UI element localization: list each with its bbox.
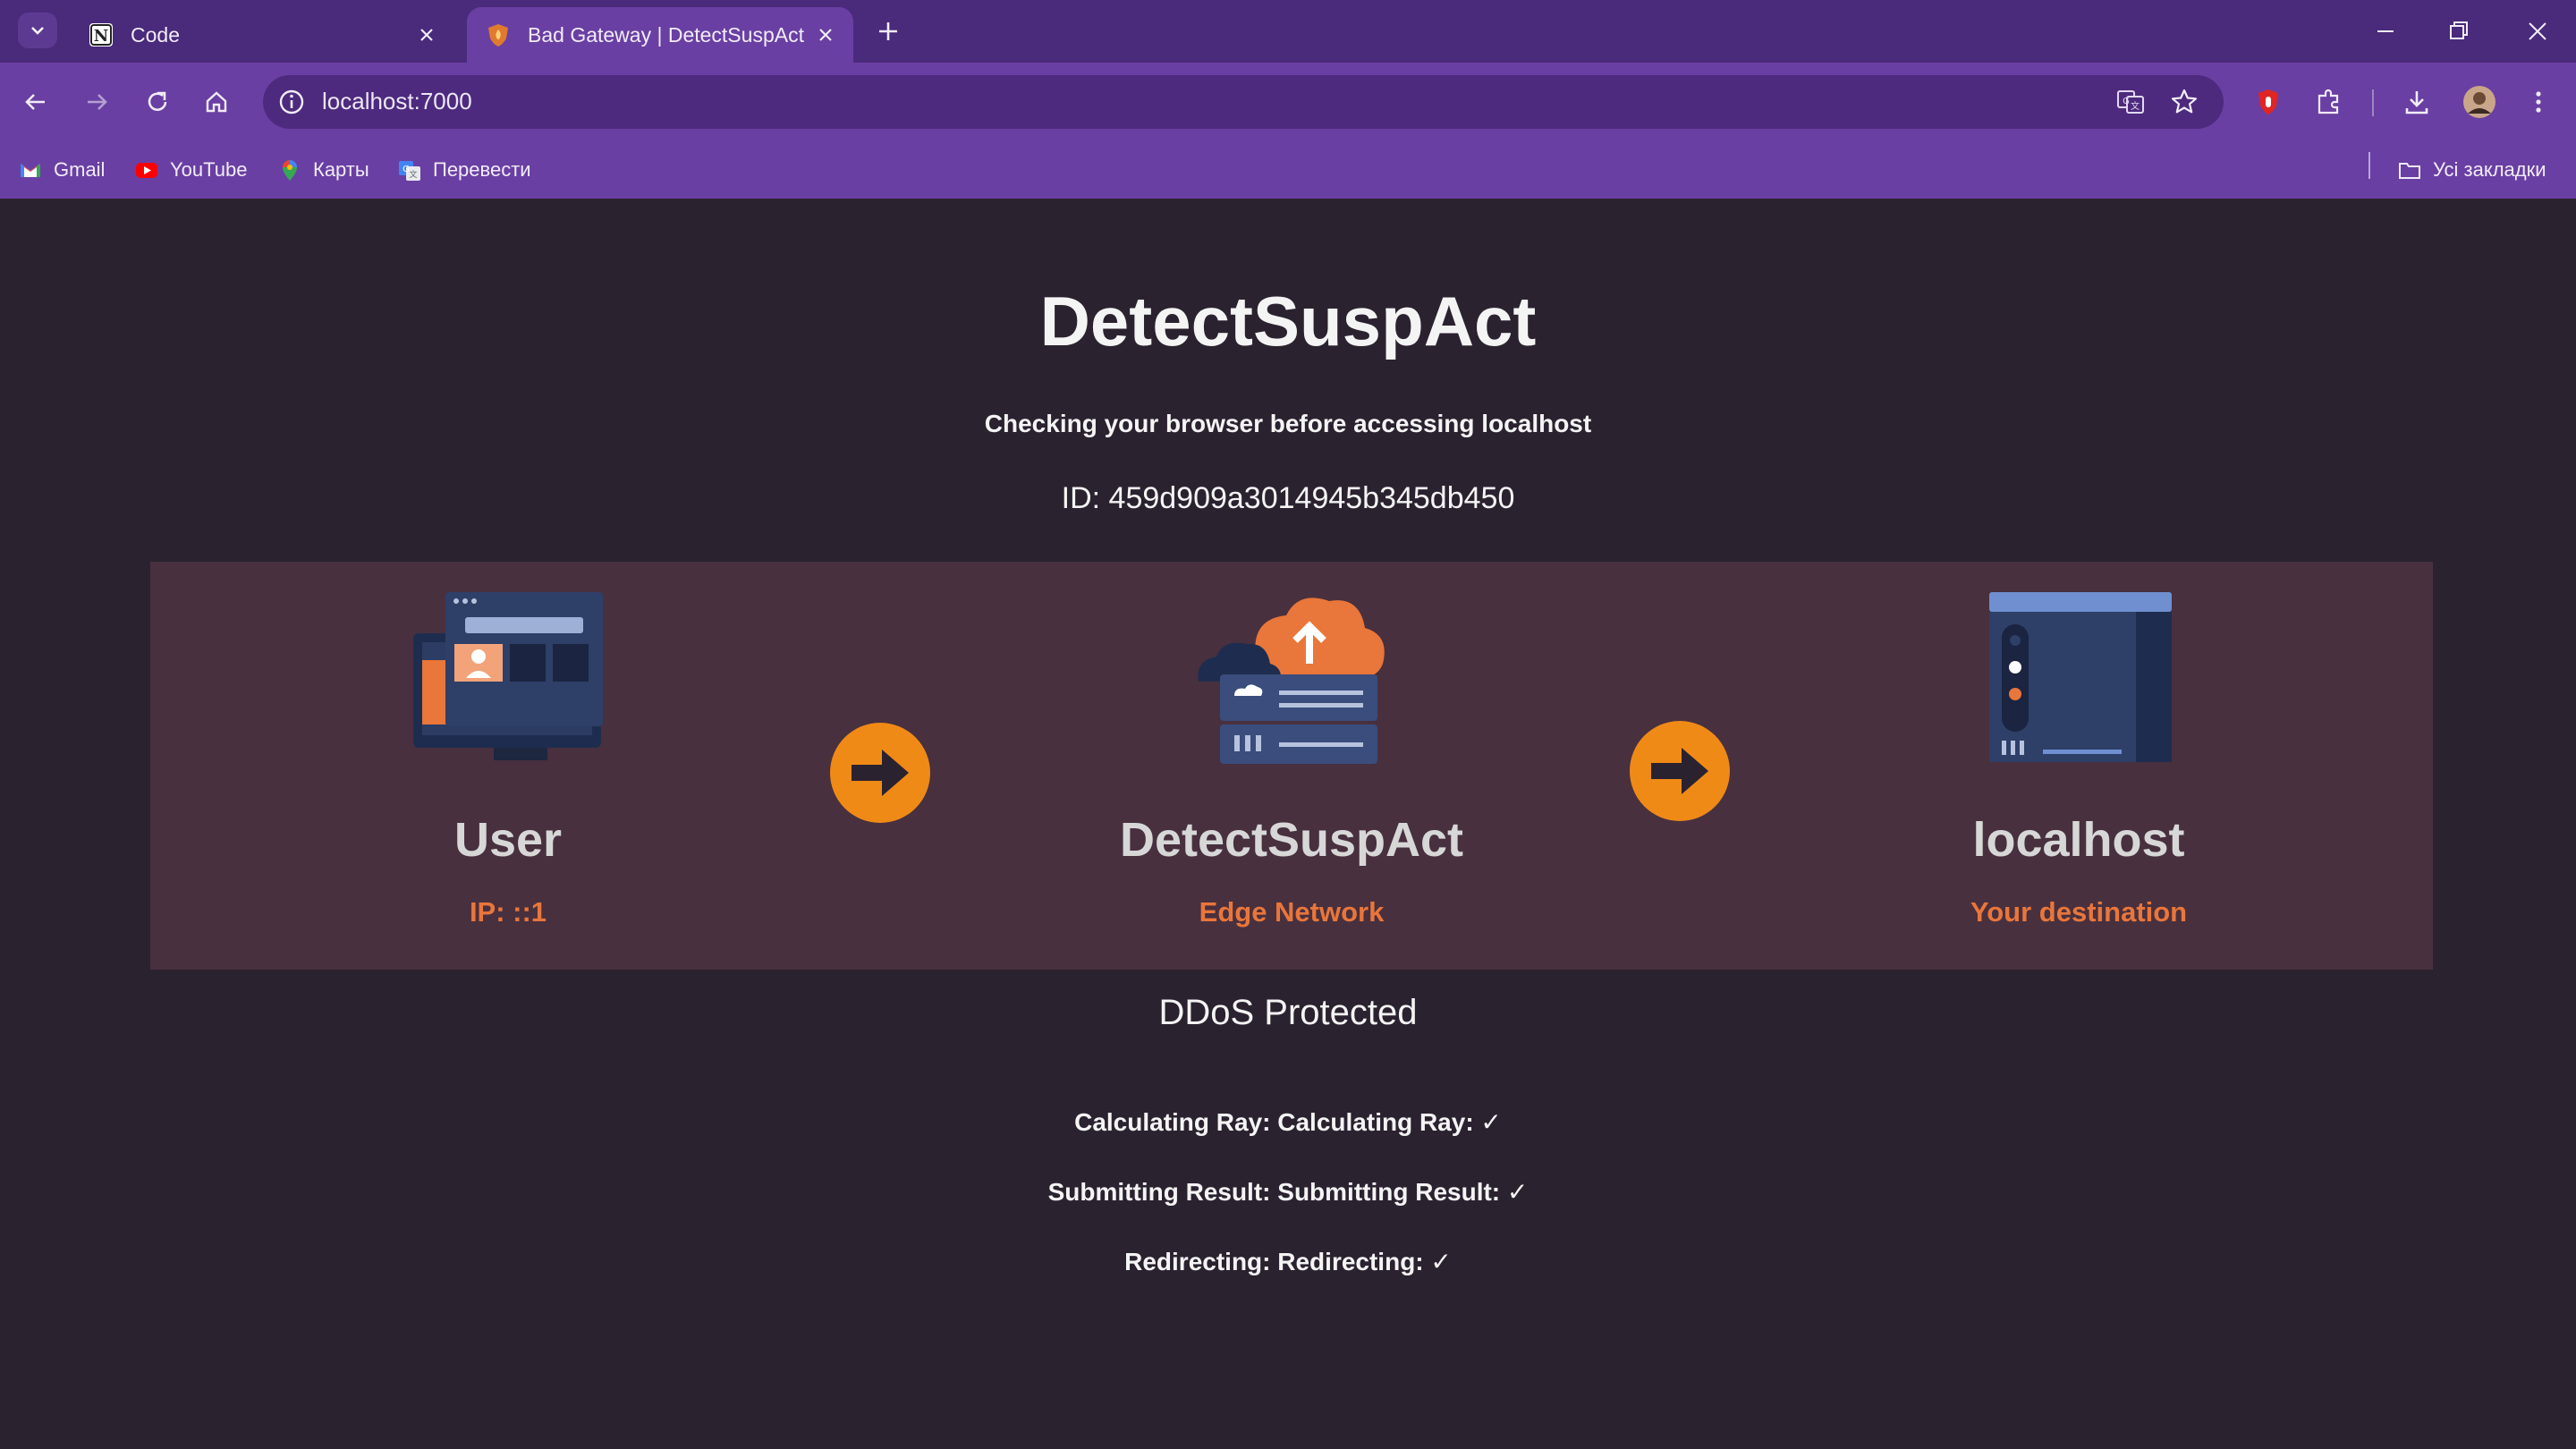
back-button[interactable] xyxy=(16,82,55,122)
restore-icon[interactable] xyxy=(2444,16,2474,47)
step-label: Calculating Ray: xyxy=(1074,1108,1278,1136)
extension-adblock-button[interactable] xyxy=(2249,82,2288,122)
bookmark-maps[interactable]: Карты xyxy=(277,154,369,186)
hand-stop-icon xyxy=(2258,89,2278,114)
home-button[interactable] xyxy=(197,82,236,122)
close-icon[interactable] xyxy=(816,25,835,45)
step-label: Redirecting: xyxy=(1124,1248,1278,1275)
reload-icon xyxy=(148,91,167,111)
bookmarks-divider xyxy=(2368,152,2370,179)
bookmark-gmail[interactable]: Gmail xyxy=(18,154,105,186)
arrow-right-icon xyxy=(88,94,107,110)
svg-text:文: 文 xyxy=(2131,100,2140,112)
info-icon[interactable] xyxy=(275,86,308,118)
bookmark-label: Перевести xyxy=(433,158,531,181)
forward-button[interactable] xyxy=(77,82,116,122)
step-label: Submitting Result: xyxy=(1047,1178,1278,1206)
all-bookmarks-label: Усі закладки xyxy=(2433,158,2546,181)
downloads-button[interactable] xyxy=(2397,82,2436,122)
arrow-left-icon xyxy=(25,94,45,110)
menu-button[interactable] xyxy=(2519,82,2558,122)
puzzle-icon xyxy=(2318,89,2339,114)
bookmark-youtube[interactable]: YouTube xyxy=(134,154,247,186)
all-bookmarks-button[interactable]: Усі закладки xyxy=(2397,154,2546,186)
close-window-icon[interactable] xyxy=(2522,16,2553,47)
profile-avatar[interactable] xyxy=(2460,82,2499,122)
step-status: Calculating Ray: ✓ xyxy=(1277,1108,1502,1136)
bookmark-label: Карты xyxy=(313,158,369,181)
node-edge-name: DetectSuspAct xyxy=(1119,813,1464,867)
toolbar-divider xyxy=(2372,89,2374,116)
tab-title: Code xyxy=(131,22,180,47)
node-user-name: User xyxy=(453,813,563,867)
close-icon[interactable] xyxy=(417,25,436,45)
step-submitting-result: Submitting Result: Submitting Result: ✓ xyxy=(0,1177,2576,1207)
maps-icon xyxy=(283,160,297,181)
youtube-icon xyxy=(136,163,157,178)
download-icon xyxy=(2405,91,2428,114)
url-text[interactable]: localhost:7000 xyxy=(322,88,472,115)
page-subtitle: Checking your browser before accessing l… xyxy=(0,410,2576,438)
page-title: DetectSuspAct xyxy=(1039,282,1537,360)
cloud-server-icon xyxy=(1198,597,1385,764)
shield-flame-icon xyxy=(488,24,508,47)
bookmark-translate[interactable]: G 文 Перевести xyxy=(397,154,531,186)
reload-button[interactable] xyxy=(138,82,177,122)
tab-title: Bad Gateway | DetectSuspAct xyxy=(528,22,804,47)
star-icon[interactable] xyxy=(2168,86,2200,118)
svg-text:G: G xyxy=(2123,97,2130,106)
gmail-icon xyxy=(21,164,40,177)
home-icon xyxy=(206,91,227,113)
tab-search-button[interactable] xyxy=(18,13,57,48)
step-redirecting: Redirecting: Redirecting: ✓ xyxy=(0,1247,2576,1276)
address-bar[interactable]: localhost:7000 G 文 xyxy=(263,75,2224,129)
request-id: ID: 459d909a3014945b345db450 xyxy=(1061,481,1515,515)
translate-page-icon[interactable]: G 文 xyxy=(2114,86,2147,118)
folder-icon xyxy=(2399,163,2420,179)
new-tab-plus-icon[interactable] xyxy=(875,18,902,45)
subtitle-prefix: Checking your browser before accessing xyxy=(984,410,1482,437)
notion-icon: N xyxy=(89,23,113,47)
node-user-ip: IP: ::1 xyxy=(469,896,547,928)
subtitle-host: localhost xyxy=(1481,410,1592,437)
node-destination-caption: Your destination xyxy=(1970,896,2188,928)
connection-diagram: User IP: ::1 DetectSuspAct Edge Network … xyxy=(150,562,2433,970)
svg-text:N: N xyxy=(94,27,108,46)
server-icon xyxy=(1989,592,2172,762)
page-content: DetectSuspAct Checking your browser befo… xyxy=(0,199,2576,1449)
step-calculating-ray: Calculating Ray: Calculating Ray: ✓ xyxy=(0,1107,2576,1137)
step-status: Redirecting: ✓ xyxy=(1277,1248,1452,1275)
extensions-button[interactable] xyxy=(2309,82,2349,122)
user-computer-icon xyxy=(413,592,603,760)
tab-code[interactable]: N Code xyxy=(70,7,454,63)
avatar-icon xyxy=(2463,86,2496,118)
node-edge-caption: Edge Network xyxy=(1199,896,1385,928)
browser-toolbar: localhost:7000 G 文 xyxy=(0,63,2576,141)
translate-icon: G 文 xyxy=(399,161,420,181)
tab-bar: N Code Bad Gateway | DetectSuspAct xyxy=(0,0,2576,63)
step-status: Submitting Result: ✓ xyxy=(1277,1178,1529,1206)
tab-detectsuspact[interactable]: Bad Gateway | DetectSuspAct xyxy=(467,7,853,63)
chevron-down-icon xyxy=(31,27,44,35)
arrow-right-icon xyxy=(830,723,930,823)
svg-text:文: 文 xyxy=(409,169,417,180)
minimize-icon[interactable] xyxy=(2370,16,2401,47)
ddos-protected-label: DDoS Protected xyxy=(1158,993,1418,1032)
bookmark-label: YouTube xyxy=(170,158,248,181)
bookmarks-bar: Gmail YouTube Карты G 文 Перевести Усі за… xyxy=(0,141,2576,199)
node-destination-name: localhost xyxy=(1972,813,2185,867)
more-vertical-icon xyxy=(2536,91,2541,113)
bookmark-label: Gmail xyxy=(54,158,106,181)
arrow-right-icon xyxy=(1630,721,1730,821)
